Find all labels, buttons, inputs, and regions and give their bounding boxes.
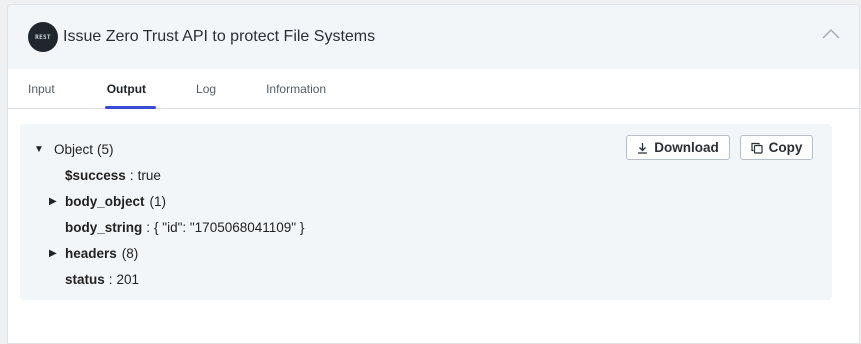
root-count: (5) (97, 141, 114, 157)
field-key: body_object (65, 193, 145, 209)
copy-button[interactable]: Copy (740, 135, 813, 160)
caret-right-icon[interactable]: ▶ (49, 248, 65, 259)
tab-bar: Input Output Log Information (8, 69, 859, 109)
field-sep: : (146, 219, 151, 235)
copy-icon (751, 142, 763, 154)
tree-row-success: $success : true (34, 162, 304, 188)
field-key: $success (65, 167, 126, 183)
field-key: status (65, 271, 105, 287)
field-key: body_string (65, 219, 143, 235)
chevron-up-icon[interactable] (821, 27, 841, 41)
tree-row-status: status : 201 (34, 266, 304, 292)
json-tree: ▼ Object (5) $success : true ▶ body_obje… (34, 136, 304, 292)
field-count: (1) (149, 193, 167, 209)
root-label: Object (54, 141, 94, 157)
field-value: 201 (116, 271, 140, 287)
tree-row-body-string: body_string : { "id": "1705068041109" } (34, 214, 304, 240)
tab-information[interactable]: Information (266, 69, 326, 108)
field-sep: : (129, 167, 134, 183)
step-header[interactable]: REST Issue Zero Trust API to protect Fil… (8, 5, 859, 69)
copy-label: Copy (768, 140, 803, 155)
download-label: Download (654, 140, 719, 155)
field-sep: : (108, 271, 113, 287)
tree-row-headers[interactable]: ▶ headers (8) (34, 240, 304, 266)
tab-input[interactable]: Input (28, 69, 55, 108)
tree-row-body-object[interactable]: ▶ body_object (1) (34, 188, 304, 214)
caret-right-icon[interactable]: ▶ (49, 196, 65, 207)
tab-log[interactable]: Log (196, 69, 216, 108)
field-value: { "id": "1705068041109" } (154, 219, 305, 235)
field-value: true (137, 167, 161, 183)
download-button[interactable]: Download (626, 135, 730, 160)
field-key: headers (65, 245, 117, 261)
caret-down-icon[interactable]: ▼ (34, 144, 46, 155)
step-title: Issue Zero Trust API to protect File Sys… (63, 28, 376, 45)
rest-badge: REST (28, 22, 58, 52)
output-panel: ▼ Object (5) $success : true ▶ body_obje… (20, 124, 832, 300)
tree-root[interactable]: ▼ Object (5) (34, 136, 304, 162)
tab-output[interactable]: Output (104, 69, 157, 109)
field-count: (8) (121, 245, 139, 261)
download-icon (637, 142, 648, 154)
